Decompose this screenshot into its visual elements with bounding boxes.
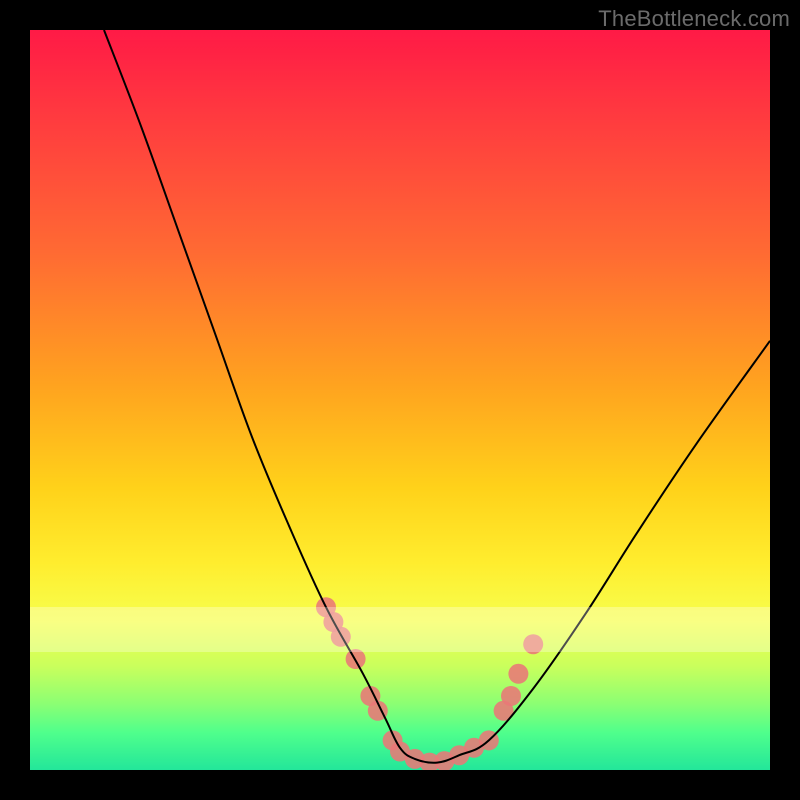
watermark-text: TheBottleneck.com xyxy=(598,6,790,32)
chart-frame: TheBottleneck.com xyxy=(0,0,800,800)
data-marker xyxy=(523,634,543,654)
plot-area xyxy=(30,30,770,770)
data-marker xyxy=(501,686,521,706)
data-marker xyxy=(508,664,528,684)
bottleneck-curve xyxy=(104,30,770,763)
data-marker xyxy=(331,627,351,647)
bottleneck-plot-svg xyxy=(30,30,770,770)
data-markers xyxy=(316,597,543,770)
